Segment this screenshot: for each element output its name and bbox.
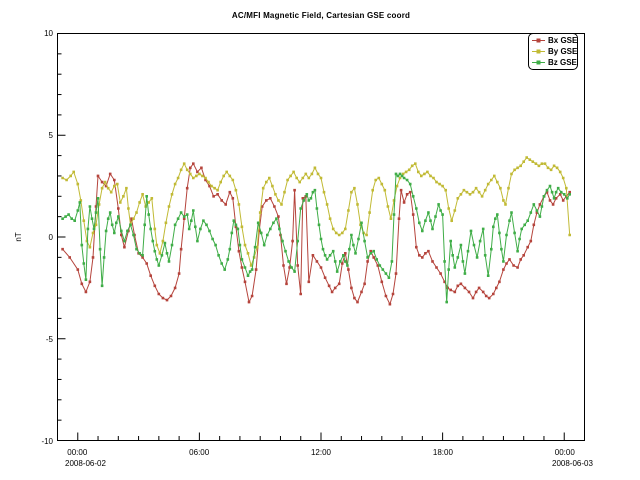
y-tick-label-10: 10 bbox=[44, 29, 53, 38]
bx-series-marker-icon bbox=[532, 36, 546, 45]
series-line-by-gse bbox=[63, 158, 570, 266]
x-tick-label-0600: 06:00 bbox=[189, 448, 210, 457]
y-tick-label-0: 0 bbox=[49, 233, 54, 242]
legend-label-by: By GSE bbox=[548, 47, 577, 56]
x-tick-label-1200: 12:00 bbox=[311, 448, 332, 457]
by-series-marker-icon bbox=[532, 47, 546, 56]
start-date-label: 2008-06-02 bbox=[65, 459, 106, 468]
legend-entry-bz: Bz GSE bbox=[532, 57, 577, 68]
y-tick-label-5: 5 bbox=[49, 131, 54, 140]
end-date-label: 2008-06-03 bbox=[552, 459, 593, 468]
x-tick-label-0000b: 00:00 bbox=[555, 448, 576, 457]
bz-series-marker-icon bbox=[532, 58, 546, 67]
legend-entry-by: By GSE bbox=[532, 46, 577, 57]
series-markers-bx-gse bbox=[61, 162, 571, 305]
axis-ticks bbox=[58, 54, 565, 441]
x-tick-label-1800: 18:00 bbox=[433, 448, 454, 457]
series-line-bx-gse bbox=[63, 164, 570, 305]
magnetic-field-chart: nT 10 5 0 -5 -10 00:00 06:00 12:00 18:00… bbox=[0, 0, 640, 480]
x-tick-label-0000a: 00:00 bbox=[67, 448, 88, 457]
series-line-bz-gse bbox=[63, 174, 570, 302]
series-markers-bz-gse bbox=[61, 173, 571, 304]
plot-window: AC/MFI Magnetic Field, Cartesian GSE coo… bbox=[0, 0, 640, 480]
y-tick-label-m10: -10 bbox=[41, 437, 53, 446]
legend-label-bz: Bz GSE bbox=[548, 58, 577, 67]
y-tick-label-m5: -5 bbox=[46, 335, 54, 344]
data-series bbox=[61, 156, 571, 305]
legend-label-bx: Bx GSE bbox=[548, 36, 577, 45]
legend-box: Bx GSE By GSE Bz GSE bbox=[528, 33, 578, 70]
legend-entry-bx: Bx GSE bbox=[532, 35, 577, 46]
y-axis-unit-label: nT bbox=[14, 232, 23, 241]
